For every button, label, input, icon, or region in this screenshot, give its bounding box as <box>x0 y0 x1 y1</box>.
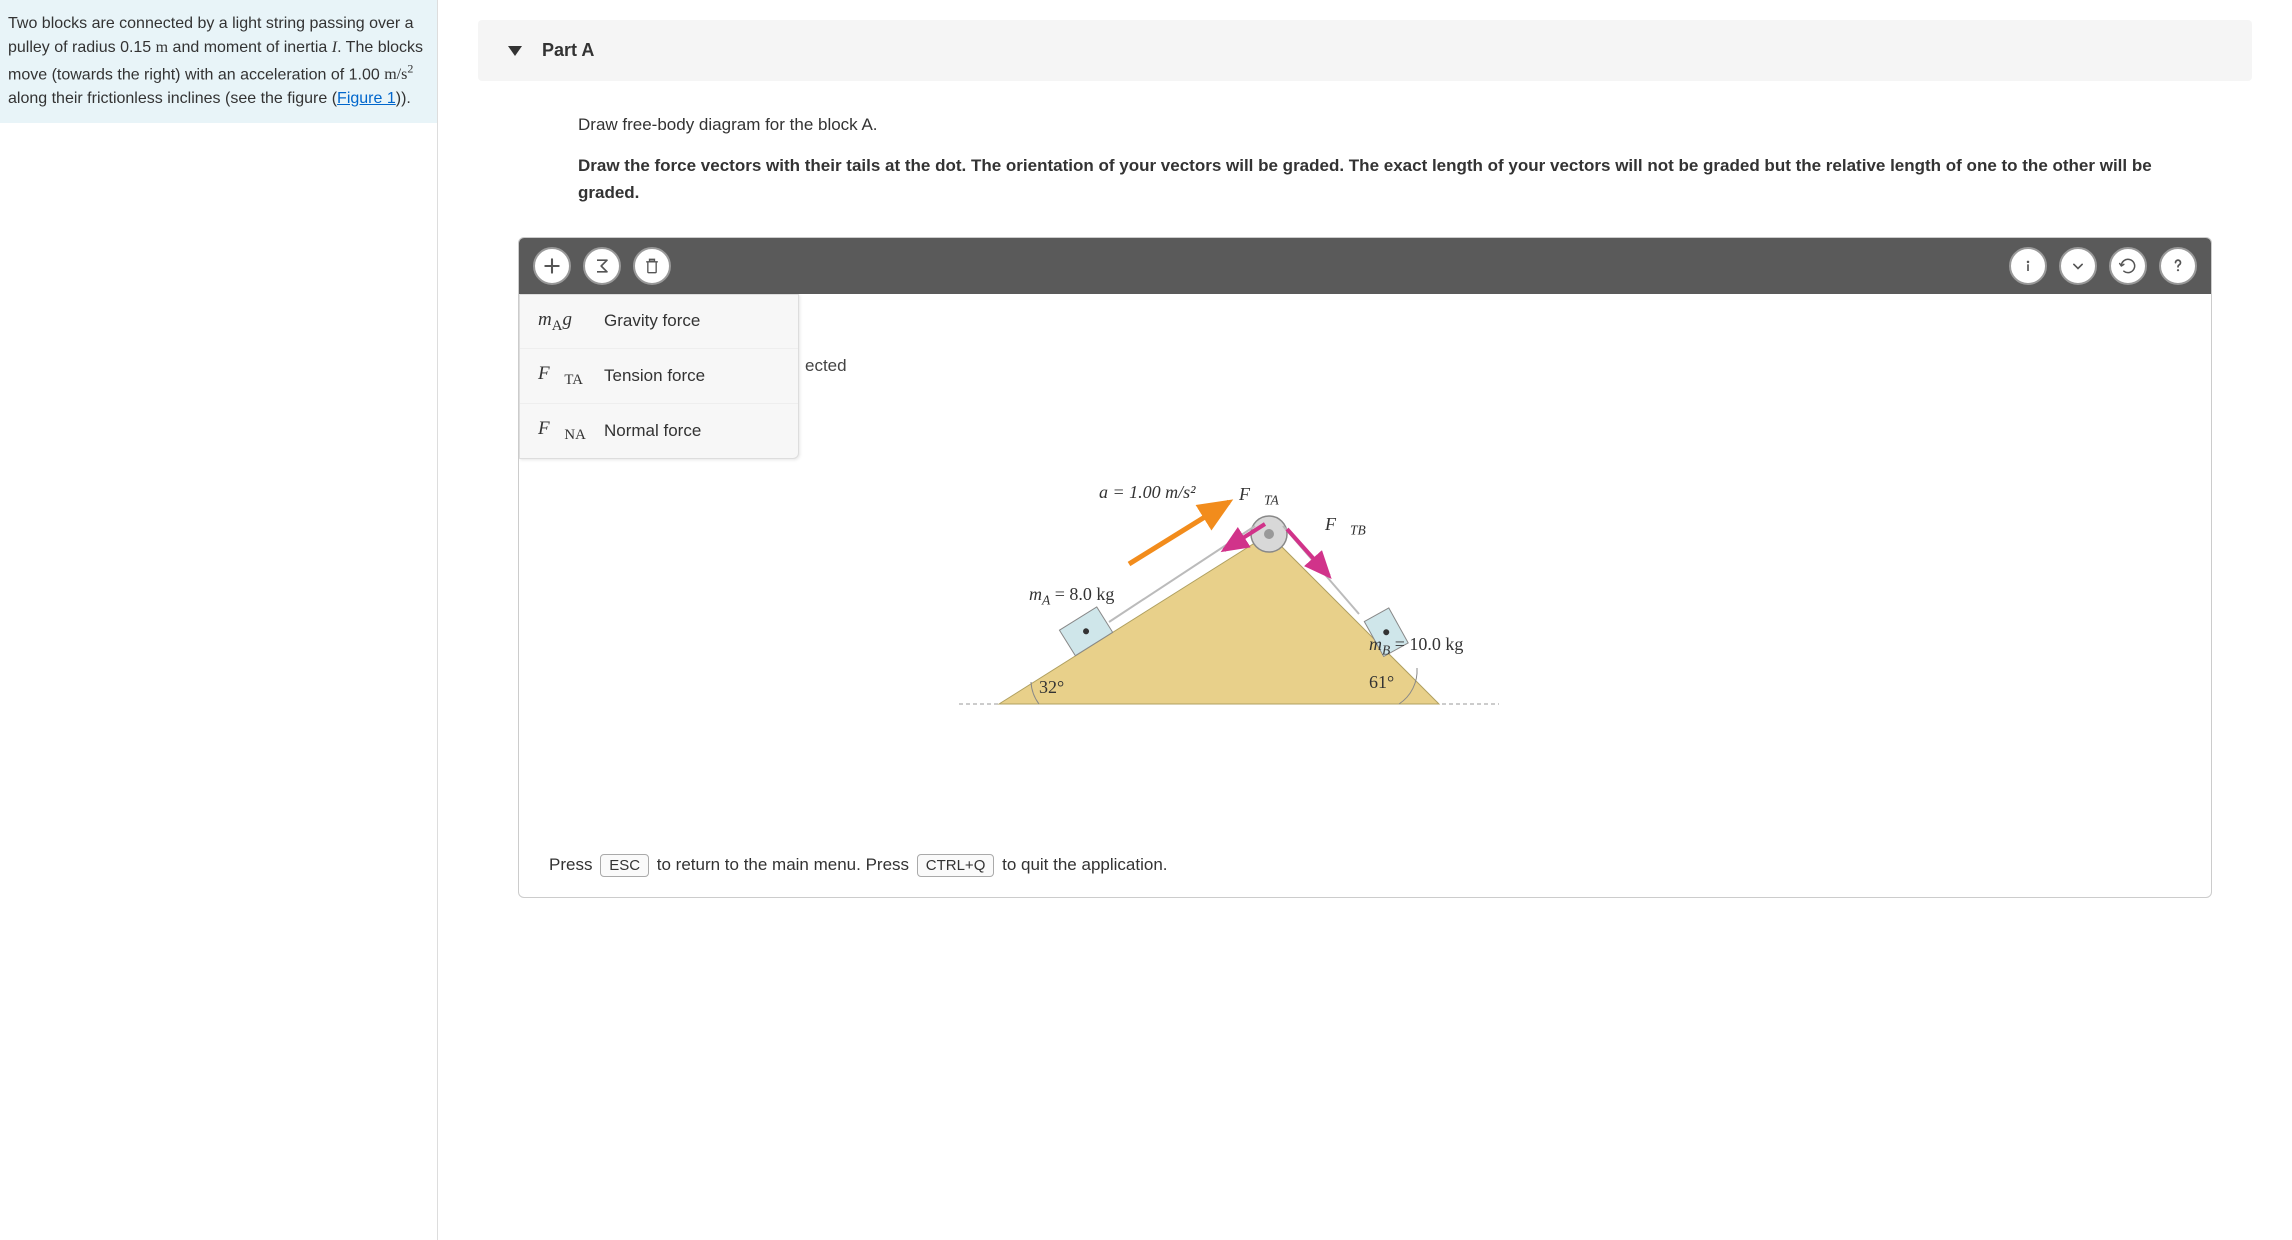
footer-press: Press <box>549 855 597 874</box>
part-title: Part A <box>542 40 594 61</box>
problem-text-5: )). <box>396 90 411 107</box>
tension-label: Tension force <box>604 366 705 386</box>
sum-button[interactable] <box>583 247 621 285</box>
accel-label: a = 1.00 m/s² <box>1099 482 1196 503</box>
gravity-symbol: mAg⃗ <box>538 309 590 335</box>
angle-left-label: 32° <box>1039 677 1064 698</box>
gravity-label: Gravity force <box>604 311 700 331</box>
canvas-footer-hint: Press ESC to return to the main menu. Pr… <box>519 834 2211 897</box>
footer-mid: to return to the main menu. Press <box>652 855 914 874</box>
physics-diagram: a = 1.00 m/s² F⃗TA F⃗TB mA = 8.0 kg mB =… <box>939 454 1539 754</box>
force-option-tension[interactable]: F⃗TA Tension force <box>520 349 798 404</box>
info-icon <box>2018 256 2038 276</box>
problem-text-2: and moment of inertia <box>168 39 332 56</box>
instructions: Draw free-body diagram for the block A. … <box>478 81 2252 227</box>
tension-symbol: F⃗TA <box>538 363 590 389</box>
normal-label: Normal force <box>604 421 701 441</box>
sigma-icon <box>592 256 612 276</box>
force-option-gravity[interactable]: mAg⃗ Gravity force <box>520 295 798 350</box>
ma-label: mA = 8.0 kg <box>1029 584 1114 609</box>
plus-icon <box>542 256 562 276</box>
problem-statement: Two blocks are connected by a light stri… <box>0 0 437 123</box>
normal-symbol: F⃗NA <box>538 418 590 444</box>
info-button[interactable] <box>2009 247 2047 285</box>
part-header: Part A <box>478 20 2252 81</box>
esc-key: ESC <box>600 854 649 877</box>
text-fragment-behind: ected <box>805 356 847 376</box>
problem-text-4: along their frictionless inclines (see t… <box>8 90 337 107</box>
trash-icon <box>642 256 662 276</box>
instruction-line-1: Draw free-body diagram for the block A. <box>578 111 2152 138</box>
question-icon <box>2168 256 2188 276</box>
unit-accel: m/s2 <box>384 66 413 83</box>
drawing-canvas-container: ected mAg⃗ Gravity force F⃗TA Tension fo… <box>518 237 2212 898</box>
fta-label: F⃗TA <box>1239 484 1279 509</box>
reset-button[interactable] <box>2109 247 2147 285</box>
canvas-toolbar <box>519 238 2211 294</box>
force-option-normal[interactable]: F⃗NA Normal force <box>520 404 798 458</box>
chevron-down-icon <box>2068 256 2088 276</box>
reset-icon <box>2118 256 2138 276</box>
unit-m: m <box>156 39 168 56</box>
ftb-label: F⃗TB <box>1325 514 1366 539</box>
angle-right-label: 61° <box>1369 672 1394 693</box>
main-content: Part A Draw free-body diagram for the bl… <box>438 0 2292 1240</box>
footer-end: to quit the application. <box>997 855 1167 874</box>
canvas-body[interactable]: ected mAg⃗ Gravity force F⃗TA Tension fo… <box>519 294 2211 834</box>
delete-button[interactable] <box>633 247 671 285</box>
accel-unit-base: m/s <box>384 66 407 83</box>
mb-label: mB = 10.0 kg <box>1369 634 1463 659</box>
figure-link[interactable]: Figure 1 <box>337 90 396 107</box>
help-button[interactable] <box>2159 247 2197 285</box>
force-palette: mAg⃗ Gravity force F⃗TA Tension force F⃗… <box>519 294 799 459</box>
accel-exp: 2 <box>407 62 413 76</box>
sidebar: Two blocks are connected by a light stri… <box>0 0 438 1240</box>
add-button[interactable] <box>533 247 571 285</box>
dropdown-button[interactable] <box>2059 247 2097 285</box>
ctrlq-key: CTRL+Q <box>917 854 995 877</box>
collapse-caret-icon[interactable] <box>508 46 522 56</box>
instruction-line-2: Draw the force vectors with their tails … <box>578 152 2152 206</box>
